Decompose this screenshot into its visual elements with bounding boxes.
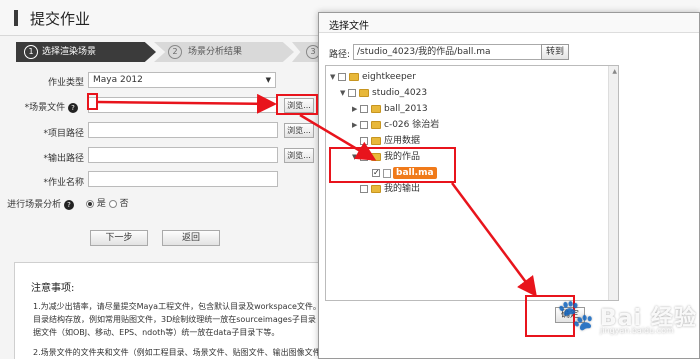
- tree-node-app-data[interactable]: 应用数据: [352, 134, 420, 148]
- step-1-number: 1: [24, 45, 38, 59]
- output-path-browse-button[interactable]: 浏览...: [284, 148, 314, 163]
- folder-icon: [349, 73, 359, 81]
- analyze-label-row: 进行场景分析 ?: [0, 197, 74, 210]
- notes-title: 注意事项:: [31, 283, 75, 294]
- output-path-input[interactable]: [88, 147, 278, 163]
- path-input[interactable]: /studio_4023/我的作品/ball.ma: [353, 44, 553, 60]
- next-step-button[interactable]: 下一步: [90, 230, 148, 246]
- analyze-yes-label: 是: [96, 199, 106, 209]
- analyze-label: 进行场景分析: [7, 200, 62, 210]
- expand-toggle-icon[interactable]: ▶: [352, 118, 360, 132]
- expand-toggle-icon[interactable]: ▼: [330, 70, 338, 84]
- tree-node-label: studio_4023: [372, 88, 428, 98]
- scroll-up-icon[interactable]: ▲: [612, 68, 617, 75]
- note-line: 目录结构存放，例如常用贴图文件，3D绘制纹理统一放在sourceimages子目…: [33, 315, 316, 324]
- tree-node-label: ball_2013: [384, 104, 428, 114]
- annotation-box-file: [329, 147, 456, 183]
- tree-node-label: 应用数据: [384, 136, 421, 146]
- tree-checkbox[interactable]: [360, 105, 368, 113]
- job-type-value: Maya 2012: [93, 75, 143, 85]
- annotation-box-browse: [276, 94, 318, 115]
- step-1: 1 选择渲染场景: [16, 42, 156, 62]
- tree-node-ball-2013[interactable]: ▶ ball_2013: [352, 102, 428, 116]
- job-name-input[interactable]: [88, 171, 278, 187]
- chevron-down-icon: ▼: [265, 76, 271, 84]
- tree-scrollbar[interactable]: ▲: [608, 66, 618, 300]
- help-icon[interactable]: ?: [68, 102, 78, 113]
- step-1-label: 选择渲染场景: [42, 47, 97, 57]
- annotation-box-scene-input: [87, 93, 98, 110]
- page-title: 提交作业: [30, 10, 91, 28]
- project-path-browse-button[interactable]: 浏览...: [284, 123, 314, 138]
- analyze-radio-group: 是 否: [86, 196, 129, 209]
- analyze-no-label: 否: [119, 199, 129, 209]
- help-icon[interactable]: ?: [64, 199, 74, 210]
- back-button[interactable]: 返回: [162, 230, 220, 246]
- project-path-label: *项目路径: [43, 129, 84, 139]
- expand-toggle-icon[interactable]: ▼: [340, 86, 348, 100]
- path-label: 路径:: [329, 50, 351, 60]
- folder-icon: [371, 137, 381, 145]
- analyze-yes-radio[interactable]: [86, 199, 94, 208]
- folder-icon: [371, 121, 381, 129]
- watermark-url: jingyan.baidu.com: [600, 326, 674, 335]
- notes-panel: 注意事项: 1.为减少出错率，请尽量提交Maya工程文件，包含默认目录及work…: [14, 262, 513, 359]
- file-tree: ▲ ▼ eightkeeper ▼ studio_4023 ▶ ball_2013 ▶…: [325, 65, 619, 301]
- tree-node-label: c-026 徐治岩: [384, 120, 440, 130]
- step-2: 2 场景分析结果: [154, 42, 294, 62]
- tree-node-label: eightkeeper: [362, 72, 416, 82]
- dialog-header: 选择文件: [319, 13, 699, 33]
- paw-logo-icon: 🐾: [557, 298, 595, 333]
- job-name-label: *作业名称: [43, 178, 84, 188]
- folder-icon: [371, 105, 381, 113]
- step-2-label: 场景分析结果: [188, 47, 243, 57]
- output-path-label: *输出路径: [43, 154, 84, 164]
- dialog-title: 选择文件: [329, 21, 369, 32]
- watermark: 🐾 Bai 经验 jingyan.baidu.com: [556, 296, 700, 336]
- scene-file-label: *场景文件: [24, 103, 66, 113]
- job-type-select[interactable]: Maya 2012 ▼: [88, 72, 276, 88]
- tree-node-studio[interactable]: ▼ studio_4023: [340, 86, 427, 100]
- tree-node-label: 我的输出: [384, 184, 421, 194]
- folder-icon: [359, 89, 369, 97]
- tree-node-eightkeeper[interactable]: ▼ eightkeeper: [330, 70, 416, 84]
- step-indicator: 1 选择渲染场景 2 场景分析结果 3 设: [16, 42, 352, 62]
- header-accent-bar: [14, 10, 18, 26]
- tree-checkbox[interactable]: [360, 137, 368, 145]
- scene-file-label-row: *场景文件 ?: [0, 100, 78, 113]
- folder-icon: [371, 185, 381, 193]
- analyze-no-radio[interactable]: [108, 199, 117, 208]
- tree-checkbox[interactable]: [360, 185, 368, 193]
- expand-toggle-icon[interactable]: ▶: [352, 102, 360, 116]
- step-2-number: 2: [168, 45, 182, 59]
- tree-checkbox[interactable]: [360, 121, 368, 129]
- go-button[interactable]: 转到: [541, 44, 569, 60]
- tree-node-my-output[interactable]: 我的输出: [352, 182, 420, 196]
- project-path-input[interactable]: [88, 122, 278, 138]
- job-type-label: 作业类型: [47, 78, 84, 88]
- tree-checkbox[interactable]: [348, 89, 356, 97]
- note-line: 据文件（如OBJ、移动、EPS、ndoth等）统一放在data子目录下等。: [33, 328, 280, 337]
- scene-file-input[interactable]: [88, 97, 278, 113]
- tree-node-c026[interactable]: ▶ c-026 徐治岩: [352, 118, 439, 132]
- tree-checkbox[interactable]: [338, 73, 346, 81]
- note-line: 1.为减少出错率，请尽量提交Maya工程文件，包含默认目录及workspace文…: [33, 302, 321, 311]
